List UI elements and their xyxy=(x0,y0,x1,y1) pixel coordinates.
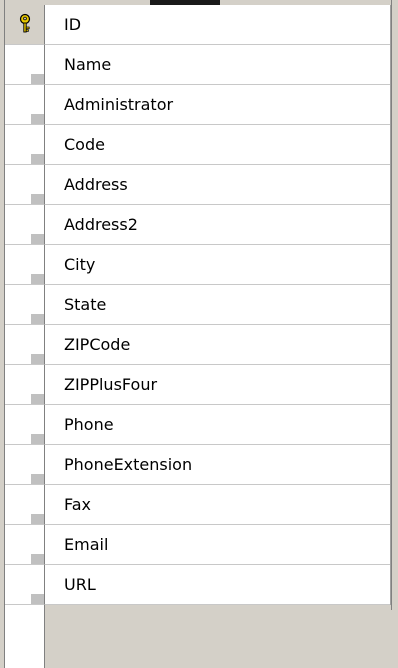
row-selector[interactable] xyxy=(5,365,45,405)
column-name-cell[interactable]: Administrator xyxy=(45,85,391,125)
row-selector-notch xyxy=(31,354,44,364)
column-row[interactable]: Address2 xyxy=(5,205,391,245)
row-selector-notch xyxy=(31,554,44,564)
column-name-cell[interactable]: PhoneExtension xyxy=(45,445,391,485)
column-row[interactable]: State xyxy=(5,285,391,325)
column-name: Email xyxy=(64,535,109,554)
row-selector-notch xyxy=(31,274,44,284)
column-name: URL xyxy=(64,575,96,594)
column-name: Phone xyxy=(64,415,114,434)
row-selector[interactable] xyxy=(5,205,45,245)
column-row[interactable]: Email xyxy=(5,525,391,565)
column-name-cell[interactable]: Name xyxy=(45,45,391,85)
row-selector[interactable] xyxy=(5,485,45,525)
row-selector-empty xyxy=(5,605,45,668)
window-frame-right xyxy=(392,0,398,668)
column-name: Name xyxy=(64,55,112,74)
column-row[interactable]: Address xyxy=(5,165,391,205)
column-row[interactable]: Code xyxy=(5,125,391,165)
row-selector[interactable] xyxy=(5,285,45,325)
grid-border xyxy=(390,5,391,605)
column-row[interactable]: Name xyxy=(5,45,391,85)
row-selector-notch xyxy=(31,394,44,404)
table-designer-window: ID Name Administrator Code Address Addre… xyxy=(0,0,398,668)
column-name: City xyxy=(64,255,96,274)
row-selector[interactable] xyxy=(5,85,45,125)
column-row[interactable]: URL xyxy=(5,565,391,605)
column-name: ID xyxy=(64,15,82,34)
column-row[interactable]: Fax xyxy=(5,485,391,525)
column-row[interactable]: Administrator xyxy=(5,85,391,125)
column-row-id[interactable]: ID xyxy=(5,5,391,45)
row-selector[interactable] xyxy=(5,125,45,165)
column-name: ZIPCode xyxy=(64,335,131,354)
row-selector-notch xyxy=(31,314,44,324)
row-selector-notch xyxy=(31,474,44,484)
column-name-cell[interactable]: ID xyxy=(45,5,391,45)
column-name-cell[interactable]: Code xyxy=(45,125,391,165)
column-name-cell[interactable]: City xyxy=(45,245,391,285)
row-selector[interactable] xyxy=(5,445,45,485)
key-icon xyxy=(14,13,36,35)
empty-grid-area xyxy=(5,605,391,668)
row-selector[interactable] xyxy=(5,165,45,205)
row-selector[interactable] xyxy=(5,525,45,565)
row-selector-notch xyxy=(31,194,44,204)
column-row[interactable]: ZIPCode xyxy=(5,325,391,365)
row-selector[interactable] xyxy=(5,245,45,285)
column-name: Code xyxy=(64,135,105,154)
column-name: Fax xyxy=(64,495,92,514)
column-name-cell[interactable]: Email xyxy=(45,525,391,565)
row-selector[interactable] xyxy=(5,45,45,85)
column-row[interactable]: Phone xyxy=(5,405,391,445)
column-row[interactable]: ZIPPlusFour xyxy=(5,365,391,405)
column-name: Address xyxy=(64,175,128,194)
title-bar-fragment xyxy=(196,0,208,3)
row-selector-notch xyxy=(31,154,44,164)
column-list: ID Name Administrator Code Address Addre… xyxy=(5,5,391,605)
column-name: Address2 xyxy=(64,215,138,234)
row-selector-notch xyxy=(31,594,44,604)
column-name-cell[interactable]: State xyxy=(45,285,391,325)
column-name-cell[interactable]: URL xyxy=(45,565,391,605)
column-name-cell[interactable]: Address2 xyxy=(45,205,391,245)
column-row[interactable]: PhoneExtension xyxy=(5,445,391,485)
column-name-cell[interactable]: ZIPPlusFour xyxy=(45,365,391,405)
row-selector-notch xyxy=(31,74,44,84)
column-name: State xyxy=(64,295,107,314)
column-name: ZIPPlusFour xyxy=(64,375,158,394)
empty-grid-background xyxy=(45,605,391,668)
row-selector-notch xyxy=(31,434,44,444)
column-name-cell[interactable]: ZIPCode xyxy=(45,325,391,365)
column-name-cell[interactable]: Fax xyxy=(45,485,391,525)
row-selector-notch xyxy=(31,114,44,124)
column-name: Administrator xyxy=(64,95,174,114)
column-row[interactable]: City xyxy=(5,245,391,285)
column-name-cell[interactable]: Phone xyxy=(45,405,391,445)
row-selector[interactable] xyxy=(5,405,45,445)
column-name-cell[interactable]: Address xyxy=(45,165,391,205)
column-name: PhoneExtension xyxy=(64,455,193,474)
row-selector[interactable] xyxy=(5,565,45,605)
row-selector[interactable] xyxy=(5,5,45,45)
row-selector[interactable] xyxy=(5,325,45,365)
row-selector-notch xyxy=(31,514,44,524)
row-selector-notch xyxy=(31,234,44,244)
